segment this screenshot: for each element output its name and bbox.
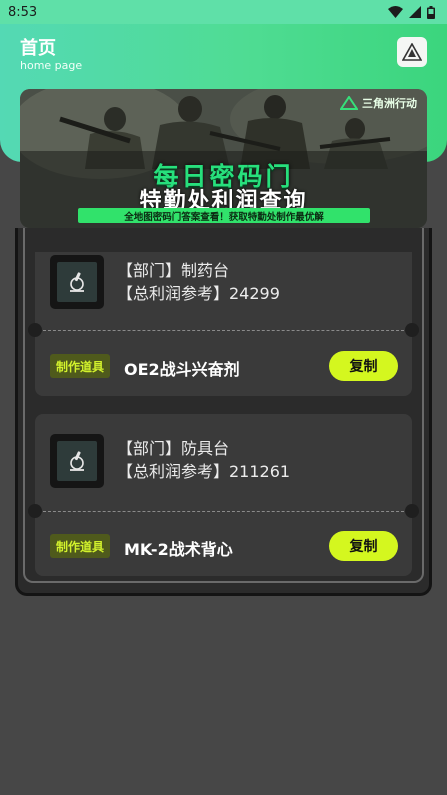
copy-button[interactable]: 复制 — [329, 531, 398, 561]
delta-logo-icon — [340, 96, 358, 110]
profit-label: 【总利润参考】24299 — [117, 284, 280, 303]
banner-logo-text: 三角洲行动 — [362, 97, 417, 110]
card-divider — [43, 330, 404, 331]
department-label: 【部门】制药台 — [117, 261, 230, 280]
item-icon-box — [50, 434, 104, 488]
item-icon-box — [50, 255, 104, 309]
item-icon-inner — [57, 262, 97, 302]
microscope-icon — [70, 272, 84, 292]
department-label: 【部门】防具台 — [117, 439, 230, 458]
item-icon-inner — [57, 441, 97, 481]
card-notch-right — [405, 323, 419, 337]
page-subtitle: home page — [20, 59, 83, 72]
triangle-logo-icon — [402, 43, 422, 61]
card-notch-left — [28, 504, 42, 518]
banner-strip-text: 全地图密码门答案查看！获取特勤处制作最优解 — [78, 208, 370, 223]
status-icons — [388, 5, 435, 19]
card-divider — [43, 511, 404, 512]
card-notch-left — [28, 323, 42, 337]
copy-button[interactable]: 复制 — [329, 351, 398, 381]
profit-card: 【部门】制药台 【总利润参考】24299 制作道具 OE2战斗兴奋剂 复制 — [28, 252, 419, 396]
microscope-icon — [70, 451, 84, 471]
item-tag: 制作道具 — [50, 534, 111, 558]
item-name: MK-2战术背心 — [124, 540, 233, 559]
status-bar: 8:53 — [0, 0, 447, 24]
profit-card: 【部门】防具台 【总利润参考】211261 制作道具 MK-2战术背心 复制 — [28, 414, 419, 576]
page-title: 首页 — [20, 38, 56, 59]
card-notch-right — [405, 504, 419, 518]
signal-icon — [409, 6, 421, 18]
profit-label: 【总利润参考】211261 — [117, 462, 291, 481]
item-name: OE2战斗兴奋剂 — [124, 360, 240, 379]
banner-logo: 三角洲行动 — [340, 95, 417, 111]
promo-banner[interactable]: 三角洲行动 每日密码门 特勤处利润查询 全地图密码门答案查看！获取特勤处制作最优… — [20, 89, 427, 228]
status-time: 8:53 — [8, 4, 38, 20]
wifi-icon — [388, 6, 403, 18]
item-tag: 制作道具 — [50, 354, 111, 378]
app-logo-button[interactable] — [397, 37, 427, 67]
battery-icon — [427, 5, 435, 19]
